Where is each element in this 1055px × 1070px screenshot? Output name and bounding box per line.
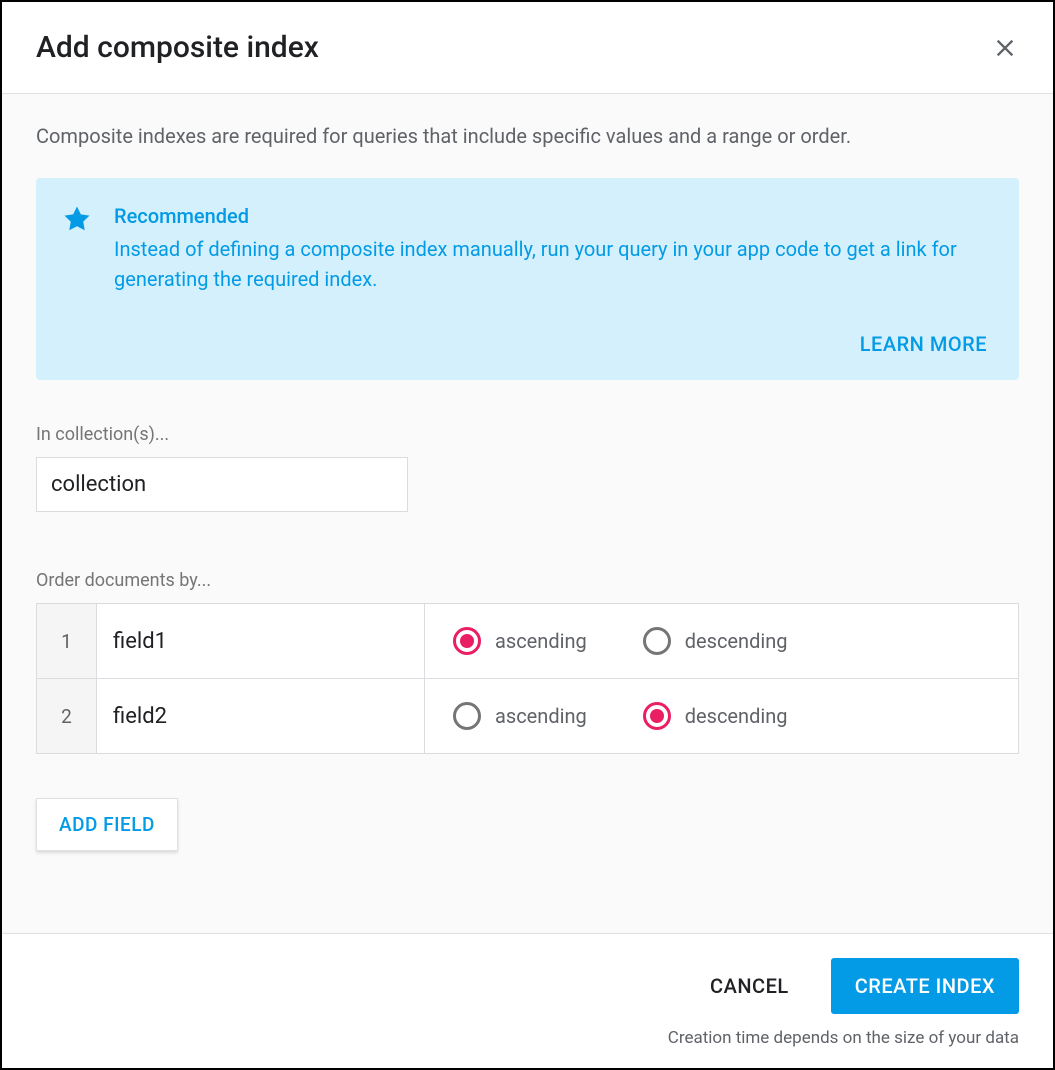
dialog-description: Composite indexes are required for queri… — [36, 122, 1019, 150]
order-label: Order documents by... — [36, 570, 1019, 591]
field-name-input[interactable] — [97, 679, 424, 753]
table-row: 2 ascending descending — [37, 679, 1019, 754]
collection-input[interactable] — [36, 457, 408, 512]
radio-label: descending — [685, 704, 788, 728]
cancel-button[interactable]: CANCEL — [692, 960, 807, 1012]
footer-note: Creation time depends on the size of you… — [668, 1028, 1019, 1048]
recommended-info-box: Recommended Instead of defining a compos… — [36, 178, 1019, 380]
close-icon[interactable] — [991, 34, 1019, 62]
row-number: 1 — [37, 604, 97, 679]
fields-table: 1 ascending descending — [36, 603, 1019, 754]
radio-label: ascending — [495, 629, 587, 653]
collection-label: In collection(s)... — [36, 424, 1019, 445]
descending-radio[interactable]: descending — [643, 627, 788, 655]
dialog-footer: CANCEL CREATE INDEX Creation time depend… — [2, 933, 1053, 1068]
radio-icon — [643, 702, 671, 730]
dialog-body: Composite indexes are required for queri… — [2, 94, 1053, 933]
ascending-radio[interactable]: ascending — [453, 627, 587, 655]
add-field-button[interactable]: ADD FIELD — [36, 798, 178, 851]
table-row: 1 ascending descending — [37, 604, 1019, 679]
radio-icon — [453, 702, 481, 730]
sort-direction-group: ascending descending — [453, 604, 990, 678]
sort-direction-group: ascending descending — [453, 679, 990, 753]
radio-label: descending — [685, 629, 788, 653]
row-number: 2 — [37, 679, 97, 754]
learn-more-link[interactable]: LEARN MORE — [860, 332, 987, 356]
radio-label: ascending — [495, 704, 587, 728]
create-index-button[interactable]: CREATE INDEX — [831, 958, 1019, 1014]
star-icon — [62, 204, 92, 234]
radio-icon — [643, 627, 671, 655]
descending-radio[interactable]: descending — [643, 702, 788, 730]
radio-icon — [453, 627, 481, 655]
ascending-radio[interactable]: ascending — [453, 702, 587, 730]
field-name-input[interactable] — [97, 604, 424, 678]
add-composite-index-dialog: Add composite index Composite indexes ar… — [0, 0, 1055, 1070]
dialog-header: Add composite index — [2, 2, 1053, 94]
info-title: Recommended — [114, 204, 987, 228]
info-body: Instead of defining a composite index ma… — [114, 234, 987, 294]
dialog-title: Add composite index — [36, 30, 319, 65]
